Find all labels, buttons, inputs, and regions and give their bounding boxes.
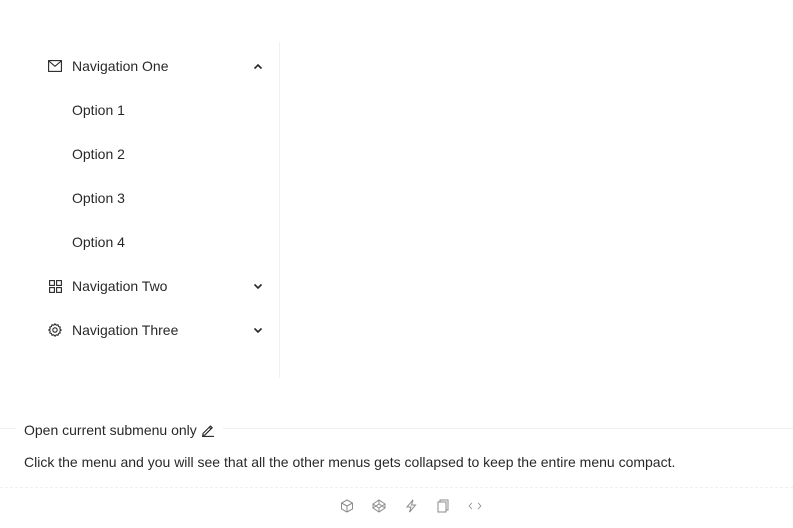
edit-icon[interactable]: [201, 423, 215, 437]
submenu-navigation-one[interactable]: Navigation One: [24, 46, 279, 86]
codesandbox-icon[interactable]: [340, 498, 354, 514]
mail-icon: [48, 59, 62, 73]
menu-item-label: Option 3: [72, 190, 125, 206]
section-title: Open current submenu only: [16, 420, 223, 440]
chevron-up-icon: [253, 61, 263, 71]
menu-item-option-4[interactable]: Option 4: [24, 222, 279, 262]
copy-icon[interactable]: [436, 498, 450, 514]
section-description: Click the menu and you will see that all…: [24, 454, 676, 470]
menu-item-label: Option 2: [72, 146, 125, 162]
actions-divider: [0, 487, 793, 488]
submenu-label: Navigation One: [72, 58, 169, 74]
menu-item-option-1[interactable]: Option 1: [24, 90, 279, 130]
codepen-icon[interactable]: [372, 498, 386, 514]
submenu-label: Navigation Three: [72, 322, 179, 338]
chevron-down-icon: [253, 281, 263, 291]
submenu-navigation-three[interactable]: Navigation Three: [24, 310, 279, 350]
setting-icon: [48, 323, 62, 337]
menu-item-label: Option 4: [72, 234, 125, 250]
code-box-actions: [340, 498, 482, 514]
menu-item-option-2[interactable]: Option 2: [24, 134, 279, 174]
submenu-label: Navigation Two: [72, 278, 168, 294]
inline-menu: Navigation One Option 1 Option 2 Option …: [24, 42, 280, 378]
code-box: Navigation One Option 1 Option 2 Option …: [0, 0, 793, 528]
thunderbolt-icon[interactable]: [404, 498, 418, 514]
section-title-text: Open current submenu only: [24, 422, 197, 438]
code-icon[interactable]: [468, 498, 482, 514]
appstore-icon: [48, 279, 62, 293]
menu-item-label: Option 1: [72, 102, 125, 118]
submenu-navigation-two[interactable]: Navigation Two: [24, 266, 279, 306]
chevron-down-icon: [253, 325, 263, 335]
menu-item-option-3[interactable]: Option 3: [24, 178, 279, 218]
